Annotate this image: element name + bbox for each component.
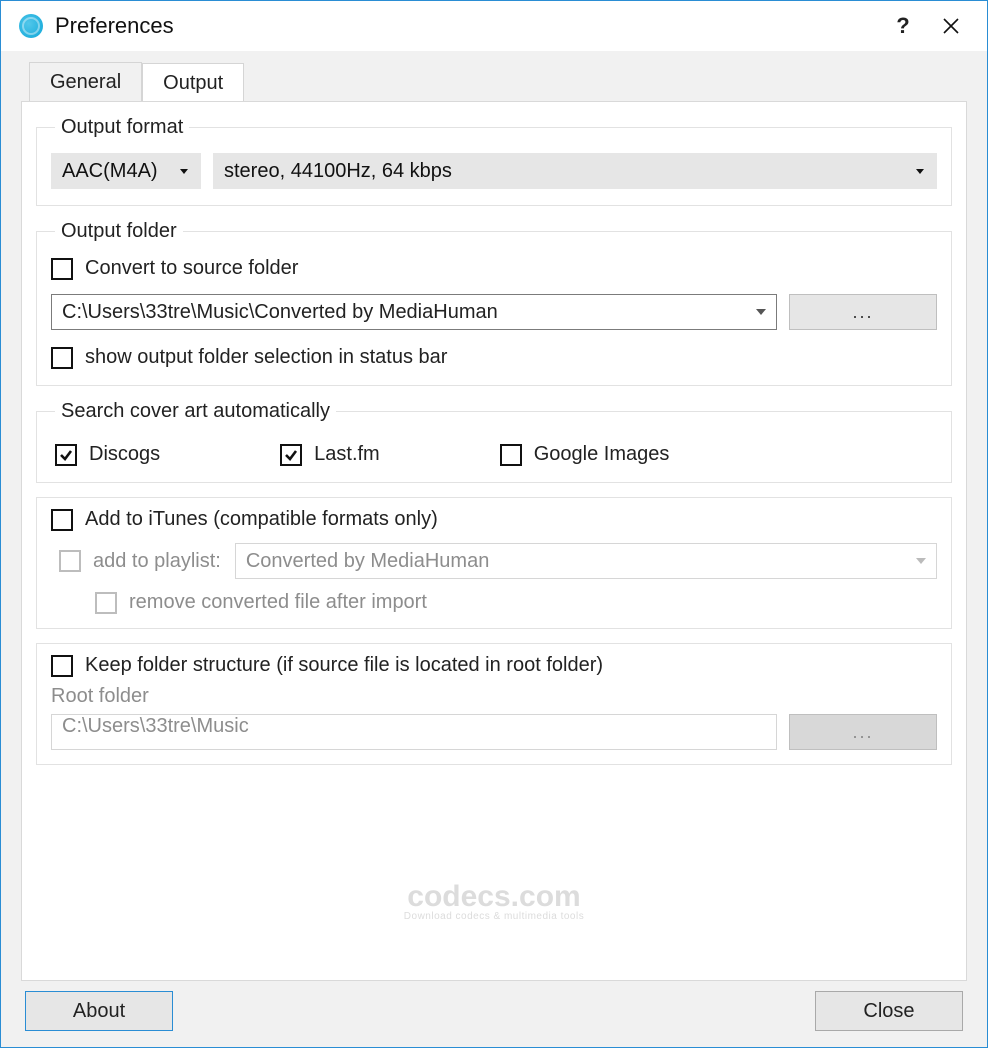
close-icon[interactable] bbox=[927, 2, 975, 50]
content-area: General Output Output format AAC(M4A) st… bbox=[1, 51, 987, 1047]
legend-output-folder: Output folder bbox=[55, 220, 183, 243]
label-lastfm: Last.fm bbox=[314, 443, 380, 466]
tab-output[interactable]: Output bbox=[142, 63, 244, 102]
label-keep-folder-structure: Keep folder structure (if source file is… bbox=[85, 654, 603, 677]
titlebar: Preferences ? bbox=[1, 1, 987, 51]
select-format-params[interactable]: stereo, 44100Hz, 64 kbps bbox=[213, 153, 937, 189]
combo-playlist: Converted by MediaHuman bbox=[235, 543, 937, 579]
chevron-down-icon bbox=[180, 169, 188, 174]
checkbox-show-statusbar[interactable] bbox=[51, 347, 73, 369]
label-discogs: Discogs bbox=[89, 443, 160, 466]
preferences-window: Preferences ? General Output Output form… bbox=[0, 0, 988, 1048]
combo-playlist-value: Converted by MediaHuman bbox=[246, 550, 489, 573]
checkbox-keep-folder-structure[interactable] bbox=[51, 655, 73, 677]
label-google-images: Google Images bbox=[534, 443, 670, 466]
label-convert-to-source: Convert to source folder bbox=[85, 257, 298, 280]
checkbox-convert-to-source[interactable] bbox=[51, 258, 73, 280]
label-add-to-itunes: Add to iTunes (compatible formats only) bbox=[85, 508, 438, 531]
checkbox-google-images[interactable] bbox=[500, 444, 522, 466]
output-path-value: C:\Users\33tre\Music\Converted by MediaH… bbox=[62, 301, 498, 324]
group-output-folder: Output folder Convert to source folder C… bbox=[36, 220, 952, 386]
checkbox-add-to-itunes[interactable] bbox=[51, 509, 73, 531]
tab-general[interactable]: General bbox=[29, 62, 142, 101]
select-format-params-value: stereo, 44100Hz, 64 kbps bbox=[224, 160, 452, 183]
about-button[interactable]: About bbox=[25, 991, 173, 1031]
tab-panel-output: Output format AAC(M4A) stereo, 44100Hz, … bbox=[21, 101, 967, 981]
close-button[interactable]: Close bbox=[815, 991, 963, 1031]
app-icon bbox=[19, 14, 43, 38]
help-button[interactable]: ? bbox=[879, 2, 927, 50]
label-remove-after-import: remove converted file after import bbox=[129, 591, 427, 614]
input-root-folder: C:\Users\33tre\Music bbox=[51, 714, 777, 750]
browse-output-button[interactable]: ... bbox=[789, 294, 937, 330]
watermark: codecs.com Download codecs & multimedia … bbox=[404, 882, 584, 922]
label-root-folder: Root folder bbox=[51, 685, 937, 714]
group-keep-folder: Keep folder structure (if source file is… bbox=[36, 643, 952, 765]
group-cover-art: Search cover art automatically Discogs L… bbox=[36, 400, 952, 483]
checkbox-discogs[interactable] bbox=[55, 444, 77, 466]
group-itunes: Add to iTunes (compatible formats only) … bbox=[36, 497, 952, 629]
legend-cover-art: Search cover art automatically bbox=[55, 400, 336, 423]
browse-root-button: ... bbox=[789, 714, 937, 750]
window-title: Preferences bbox=[55, 13, 879, 39]
chevron-down-icon bbox=[756, 309, 766, 315]
label-show-statusbar: show output folder selection in status b… bbox=[85, 346, 447, 369]
checkbox-remove-after-import bbox=[95, 592, 117, 614]
select-codec-value: AAC(M4A) bbox=[62, 160, 158, 183]
combo-output-path[interactable]: C:\Users\33tre\Music\Converted by MediaH… bbox=[51, 294, 777, 330]
checkbox-lastfm[interactable] bbox=[280, 444, 302, 466]
checkbox-add-to-playlist bbox=[59, 550, 81, 572]
chevron-down-icon bbox=[916, 558, 926, 564]
legend-output-format: Output format bbox=[55, 116, 189, 139]
select-codec[interactable]: AAC(M4A) bbox=[51, 153, 201, 189]
chevron-down-icon bbox=[916, 169, 924, 174]
group-output-format: Output format AAC(M4A) stereo, 44100Hz, … bbox=[36, 116, 952, 206]
tab-bar: General Output bbox=[21, 61, 967, 101]
dialog-footer: About Close bbox=[21, 981, 967, 1033]
label-add-to-playlist: add to playlist: bbox=[93, 550, 221, 573]
